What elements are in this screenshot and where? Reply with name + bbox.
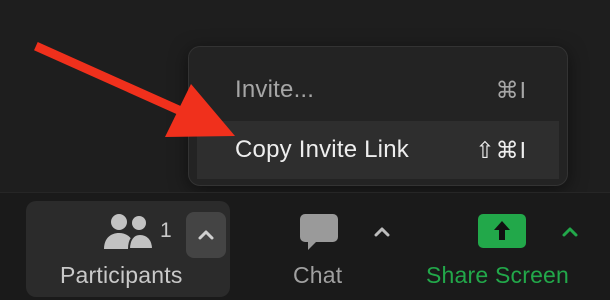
share-screen-icon[interactable] [477, 213, 527, 249]
participants-count: 1 [160, 219, 172, 242]
chat-icon[interactable] [298, 212, 342, 252]
menu-item-invite[interactable]: Invite... ⌘I [197, 61, 559, 119]
invite-popup-menu: Invite... ⌘I Copy Invite Link ⇧⌘I [188, 46, 568, 186]
zoom-window: Invite... ⌘I Copy Invite Link ⇧⌘I 1 Part… [0, 0, 610, 300]
participants-label: Participants [60, 262, 183, 288]
menu-item-copy-invite-link-shortcut: ⇧⌘I [475, 136, 527, 163]
menu-item-copy-invite-link-label: Copy Invite Link [235, 136, 409, 163]
menu-item-invite-label: Invite... [235, 76, 315, 103]
menu-item-invite-shortcut: ⌘I [495, 76, 527, 103]
participants-options-button[interactable] [186, 212, 226, 258]
menu-item-copy-invite-link[interactable]: Copy Invite Link ⇧⌘I [197, 121, 559, 179]
participants-icon [104, 214, 155, 250]
chat-options-chevron-up-icon[interactable] [372, 222, 392, 242]
share-screen-options-chevron-up-icon[interactable] [560, 222, 580, 242]
share-screen-label: Share Screen [426, 262, 570, 288]
chat-label: Chat [293, 262, 343, 288]
annotation-arrow [34, 42, 235, 137]
chevron-up-icon [198, 230, 214, 240]
